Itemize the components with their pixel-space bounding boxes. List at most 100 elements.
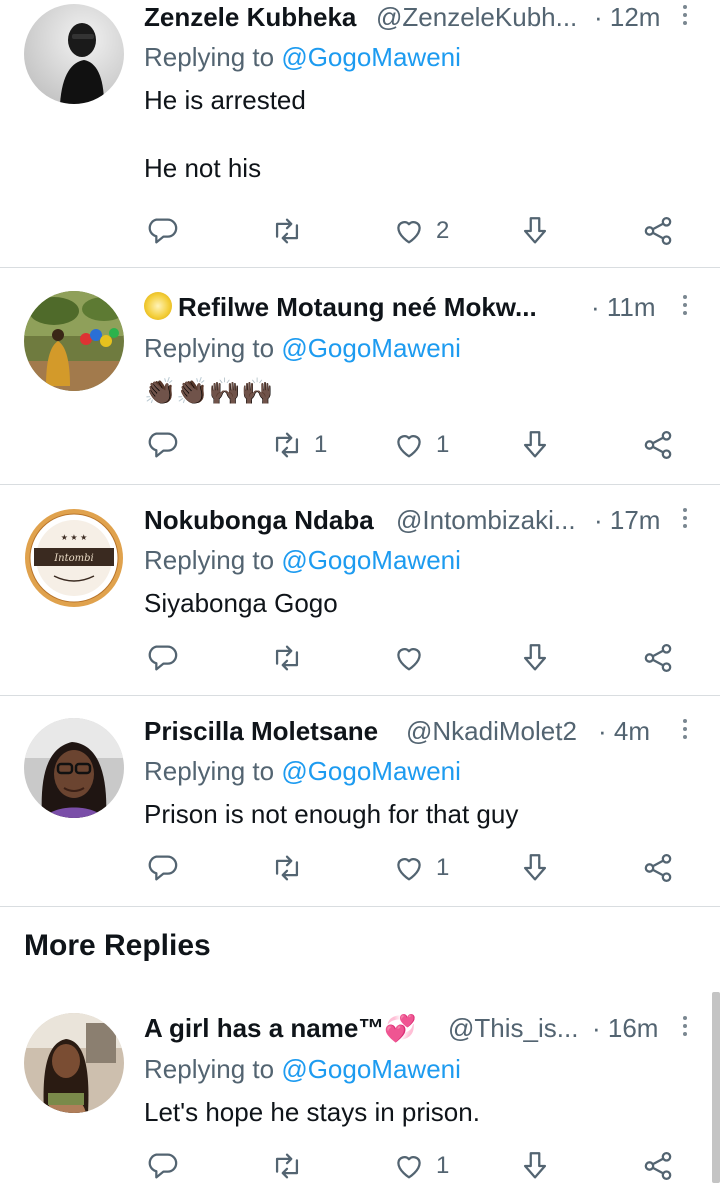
replying-to: Replying to @GogoMaweni bbox=[144, 1052, 461, 1086]
save-button[interactable] bbox=[518, 423, 552, 467]
replying-handle-link[interactable]: @GogoMaweni bbox=[281, 1054, 461, 1084]
retweet-icon bbox=[275, 855, 299, 881]
action-bar: 2 bbox=[0, 209, 720, 253]
download-arrow-icon bbox=[523, 854, 547, 881]
avatar[interactable]: Intombi ★ ★ ★ bbox=[24, 508, 124, 608]
more-vertical-icon[interactable] bbox=[672, 0, 696, 34]
heart-icon bbox=[397, 858, 421, 881]
replying-to: Replying to @GogoMaweni bbox=[144, 543, 461, 577]
display-name[interactable]: Refilwe Motaung neé Mokw... bbox=[144, 290, 574, 324]
download-arrow-icon bbox=[523, 217, 547, 244]
svg-text:Intombi: Intombi bbox=[53, 553, 94, 564]
reply-button[interactable] bbox=[145, 636, 179, 680]
download-arrow-icon bbox=[523, 1152, 547, 1179]
avatar[interactable] bbox=[24, 718, 124, 818]
download-arrow-icon bbox=[523, 644, 547, 671]
retweet-button[interactable] bbox=[270, 846, 314, 890]
display-name-text: Refilwe Motaung neé Mokw... bbox=[178, 292, 537, 322]
like-button[interactable]: 2 bbox=[392, 209, 449, 253]
reply-button[interactable] bbox=[145, 1144, 179, 1188]
like-button[interactable]: 1 bbox=[392, 846, 449, 890]
share-button[interactable] bbox=[641, 1144, 675, 1188]
share-button[interactable] bbox=[641, 846, 675, 890]
action-bar: 1 bbox=[0, 846, 720, 890]
like-count: 2 bbox=[436, 217, 450, 244]
tweet-5[interactable]: A girl has a name™💞 @This_is... · 16m Re… bbox=[0, 995, 720, 1183]
action-bar: 1 bbox=[0, 1144, 720, 1188]
timestamp[interactable]: · 16m bbox=[592, 1011, 658, 1045]
share-button[interactable] bbox=[641, 636, 675, 680]
user-handle[interactable]: @This_is... bbox=[448, 1011, 588, 1045]
more-vertical-icon[interactable] bbox=[672, 714, 696, 748]
retweet-button[interactable]: 1 bbox=[270, 423, 327, 467]
badge-icon bbox=[144, 292, 172, 320]
display-name[interactable]: A girl has a name™💞 bbox=[144, 1011, 442, 1045]
reply-icon bbox=[148, 218, 178, 244]
retweet-button[interactable] bbox=[270, 1144, 314, 1188]
replying-handle-link[interactable]: @GogoMaweni bbox=[281, 756, 461, 786]
reply-icon bbox=[148, 645, 178, 671]
heart-icon bbox=[397, 1156, 421, 1179]
save-button[interactable] bbox=[518, 1144, 552, 1188]
reply-button[interactable] bbox=[145, 423, 179, 467]
replying-to: Replying to @GogoMaweni bbox=[144, 754, 461, 788]
tweet-text: He is arrested He not his bbox=[144, 85, 306, 183]
save-button[interactable] bbox=[518, 636, 552, 680]
more-vertical-icon[interactable] bbox=[672, 290, 696, 324]
tweet-text: Let's hope he stays in prison. bbox=[144, 1097, 480, 1127]
share-icon bbox=[644, 216, 672, 246]
reply-button[interactable] bbox=[145, 846, 179, 890]
timestamp[interactable]: · 12m bbox=[594, 0, 660, 34]
download-arrow-icon bbox=[523, 431, 547, 458]
tweet-2[interactable]: Refilwe Motaung neé Mokw... · 11m Replyi… bbox=[0, 268, 720, 484]
user-handle[interactable]: @Intombizaki... bbox=[396, 503, 586, 537]
retweet-button[interactable] bbox=[270, 209, 314, 253]
like-button[interactable]: 1 bbox=[392, 423, 449, 467]
save-button[interactable] bbox=[518, 846, 552, 890]
share-button[interactable] bbox=[641, 423, 675, 467]
timestamp[interactable]: · 4m bbox=[598, 714, 650, 748]
replying-handle-link[interactable]: @GogoMaweni bbox=[281, 545, 461, 575]
replying-handle-link[interactable]: @GogoMaweni bbox=[281, 333, 461, 363]
display-name[interactable]: Nokubonga Ndaba bbox=[144, 503, 389, 537]
tweet-3[interactable]: Intombi ★ ★ ★ Nokubonga Ndaba @Intombiza… bbox=[0, 485, 720, 695]
replying-to: Replying to @GogoMaweni bbox=[144, 331, 461, 365]
user-handle[interactable]: @ZenzeleKubh... bbox=[376, 0, 586, 34]
replying-label: Replying to bbox=[144, 333, 282, 363]
heart-icon bbox=[397, 221, 421, 244]
avatar[interactable] bbox=[24, 1013, 124, 1113]
timestamp[interactable]: · 17m bbox=[594, 503, 660, 537]
like-count: 1 bbox=[436, 854, 450, 881]
tweet-1[interactable]: Zenzele Kubheka @ZenzeleKubh... · 12m Re… bbox=[0, 0, 720, 268]
replying-label: Replying to bbox=[144, 545, 282, 575]
timestamp[interactable]: · 11m bbox=[591, 290, 656, 324]
more-vertical-icon[interactable] bbox=[672, 503, 696, 537]
save-button[interactable] bbox=[518, 209, 552, 253]
like-button[interactable] bbox=[392, 636, 436, 680]
replying-label: Replying to bbox=[144, 1054, 282, 1084]
avatar[interactable] bbox=[24, 291, 124, 391]
display-name[interactable]: Zenzele Kubheka bbox=[144, 0, 372, 34]
reply-button[interactable] bbox=[145, 209, 179, 253]
retweet-button[interactable] bbox=[270, 636, 314, 680]
user-handle[interactable]: @NkadiMolet2 bbox=[406, 714, 596, 748]
avatar[interactable] bbox=[24, 4, 124, 104]
action-bar: 1 1 bbox=[0, 423, 720, 467]
action-bar bbox=[0, 636, 720, 680]
tweet-4[interactable]: Priscilla Moletsane @NkadiMolet2 · 4m Re… bbox=[0, 696, 720, 906]
heart-icon bbox=[397, 648, 421, 671]
replying-handle-link[interactable]: @GogoMaweni bbox=[281, 42, 461, 72]
divider bbox=[0, 906, 720, 907]
retweet-icon bbox=[275, 645, 299, 671]
share-icon bbox=[644, 430, 672, 460]
tweet-text: Siyabonga Gogo bbox=[144, 588, 338, 618]
display-name[interactable]: Priscilla Moletsane bbox=[144, 714, 402, 748]
tweet-text: Prison is not enough for that guy bbox=[144, 799, 519, 829]
reply-icon bbox=[148, 432, 178, 458]
share-button[interactable] bbox=[641, 209, 675, 253]
scrollbar[interactable] bbox=[712, 992, 720, 1183]
retweet-icon bbox=[275, 218, 299, 244]
replying-label: Replying to bbox=[144, 42, 282, 72]
like-button[interactable]: 1 bbox=[392, 1144, 449, 1188]
more-vertical-icon[interactable] bbox=[672, 1011, 696, 1045]
